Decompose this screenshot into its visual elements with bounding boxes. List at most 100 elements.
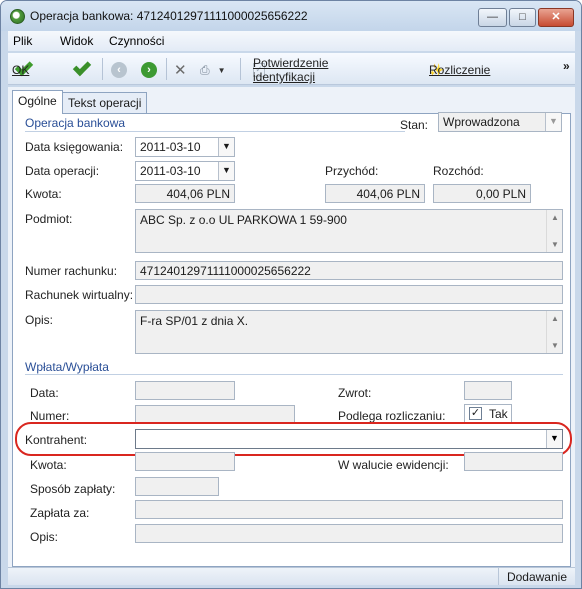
toolbar-separator xyxy=(240,58,241,80)
apply-button[interactable] xyxy=(70,57,94,81)
close-button[interactable]: ✕ xyxy=(538,8,574,27)
sposob-zaplaty-label: Sposób zapłaty: xyxy=(30,482,116,496)
settlement-label: Rozliczenie xyxy=(429,63,491,77)
section-operacja-bankowa: Operacja bankowa xyxy=(25,116,126,130)
kontrahent-select[interactable]: ▼ xyxy=(135,429,563,449)
podmiot-label: Podmiot: xyxy=(25,212,73,226)
w-walucie-ewidencji-field xyxy=(464,452,563,471)
przychod-label: Przychód: xyxy=(325,164,379,178)
opis-value: F-ra SP/01 z dnia X. xyxy=(140,314,249,328)
scroll-down-icon[interactable]: ▼ xyxy=(547,240,563,249)
tab-ogolne[interactable]: Ogólne xyxy=(12,90,63,114)
menu-widok[interactable]: Widok xyxy=(60,34,93,48)
kwota-wplata-label: Kwota: xyxy=(30,458,67,472)
chevron-down-icon: ▼ xyxy=(545,113,561,131)
rachunek-wirtualny-field xyxy=(135,285,563,304)
section-wplata-wyplata: Wpłata/Wypłata xyxy=(25,360,109,374)
opis-field[interactable]: F-ra SP/01 z dnia X. ▲ ▼ xyxy=(135,310,563,354)
app-icon xyxy=(10,9,25,24)
podlega-rozliczaniu-box: ✓ Tak xyxy=(464,404,512,424)
numer-rachunku-field: 47124012971111000025656222 xyxy=(135,261,563,280)
status-bar: Dodawanie xyxy=(8,567,575,585)
arrow-right-icon: › xyxy=(141,62,157,78)
chevron-down-icon[interactable]: ▼ xyxy=(546,430,562,448)
status-separator xyxy=(498,568,499,585)
data-ksiegowania-label: Data księgowania: xyxy=(25,140,124,154)
menu-plik[interactable]: Plik xyxy=(13,34,32,48)
zwrot-label: Zwrot: xyxy=(338,386,372,400)
stan-select[interactable]: Wprowadzona ▼ xyxy=(438,112,562,132)
toolbar-overflow-button[interactable]: » xyxy=(563,55,570,77)
podmiot-scrollbar[interactable]: ▲ ▼ xyxy=(546,210,562,252)
stan-value: Wprowadzona xyxy=(443,115,520,129)
data-field xyxy=(135,381,235,400)
back-button[interactable]: ‹ xyxy=(111,59,127,81)
title-bar: Operacja bankowa: 4712401297111100002565… xyxy=(1,1,581,31)
ok-button[interactable]: OK xyxy=(12,57,36,81)
settlement-button[interactable]: ✨ Rozliczenie xyxy=(429,59,490,81)
podmiot-field[interactable]: ABC Sp. z o.o UL PARKOWA 1 59-900 ▲ ▼ xyxy=(135,209,563,253)
kwota-field: 404,06 PLN xyxy=(135,184,235,203)
rozchod-field: 0,00 PLN xyxy=(433,184,531,203)
data-ksiegowania-input[interactable]: 2011-03-10 ▼ xyxy=(135,137,235,157)
minimize-button[interactable]: — xyxy=(478,8,507,27)
sposob-zaplaty-field xyxy=(135,477,219,496)
scroll-up-icon[interactable]: ▲ xyxy=(547,314,563,323)
stan-label: Stan: xyxy=(400,118,429,132)
zaplata-za-label: Zapłata za: xyxy=(30,506,90,520)
maximize-button[interactable]: □ xyxy=(509,8,536,27)
przychod-field: 404,06 PLN xyxy=(325,184,425,203)
data-ksiegowania-value: 2011-03-10 xyxy=(140,140,201,154)
main-content: Ogólne Tekst operacji Operacja bankowa S… xyxy=(8,87,575,567)
toolbar-separator xyxy=(166,58,167,80)
data-operacji-label: Data operacji: xyxy=(25,164,100,178)
tak-label: Tak xyxy=(489,407,508,421)
ok-label: OK xyxy=(12,63,30,77)
opis-label: Opis: xyxy=(25,313,54,327)
data-operacji-value: 2011-03-10 xyxy=(140,164,201,178)
scroll-down-icon[interactable]: ▼ xyxy=(547,341,563,350)
opis-scrollbar[interactable]: ▲ ▼ xyxy=(546,311,562,353)
podmiot-value: ABC Sp. z o.o UL PARKOWA 1 59-900 xyxy=(140,213,347,227)
numer-field xyxy=(135,405,295,424)
kwota-wplata-field xyxy=(135,452,235,471)
toolbar-separator xyxy=(102,58,103,80)
confirm-identification-button[interactable]: ✓ Potwierdzenie identyfikacji xyxy=(253,56,328,84)
podlega-checkbox[interactable]: ✓ xyxy=(469,407,482,420)
menu-czynnosci[interactable]: Czynności xyxy=(109,34,164,48)
window: Operacja bankowa: 4712401297111100002565… xyxy=(0,0,582,589)
check-doc-icon xyxy=(72,57,92,77)
opis-wplata-label: Opis: xyxy=(30,530,59,544)
kwota-label: Kwota: xyxy=(25,187,62,201)
opis-wplata-field xyxy=(135,524,563,543)
podlega-rozliczaniu-label: Podlega rozliczaniu: xyxy=(338,409,446,423)
tab-tekst-operacji[interactable]: Tekst operacji xyxy=(62,92,148,113)
window-title: Operacja bankowa: 4712401297111100002565… xyxy=(30,9,308,23)
print-button[interactable]: ⎙ ▼ xyxy=(200,59,226,81)
numer-label: Numer: xyxy=(30,409,70,423)
rozchod-label: Rozchód: xyxy=(433,164,484,178)
chevron-down-icon[interactable]: ▼ xyxy=(218,138,234,156)
numer-rachunku-label: Numer rachunku: xyxy=(25,264,118,278)
chevron-down-icon: ▼ xyxy=(217,65,226,75)
confirm-identification-label: Potwierdzenie identyfikacji xyxy=(253,56,329,84)
zaplata-za-field xyxy=(135,500,563,519)
menu-bar: Plik Widok Czynności xyxy=(8,31,575,51)
forward-button[interactable]: › xyxy=(141,59,157,81)
tab-panel: Operacja bankowa Stan: Wprowadzona ▼ Dat… xyxy=(12,112,572,567)
data-label: Data: xyxy=(30,386,59,400)
chevron-down-icon[interactable]: ▼ xyxy=(218,162,234,180)
kontrahent-label: Kontrahent: xyxy=(25,433,88,447)
data-operacji-input[interactable]: 2011-03-10 ▼ xyxy=(135,161,235,181)
zwrot-field xyxy=(464,381,512,400)
scroll-up-icon[interactable]: ▲ xyxy=(547,213,563,222)
arrow-left-icon: ‹ xyxy=(111,62,127,78)
tools-icon: ✕ xyxy=(174,62,187,79)
rachunek-wirtualny-label: Rachunek wirtualny: xyxy=(25,288,134,302)
printer-icon: ⎙ xyxy=(200,62,210,77)
w-walucie-ewidencji-label: W walucie ewidencji: xyxy=(338,458,449,472)
tools-button[interactable]: ✕ xyxy=(174,59,187,81)
toolbar: OK ‹ › ✕ ⎙ ▼ ✓ Potwierdzenie identyfikac… xyxy=(8,53,575,85)
section-divider xyxy=(25,374,563,375)
section-divider xyxy=(25,131,405,132)
